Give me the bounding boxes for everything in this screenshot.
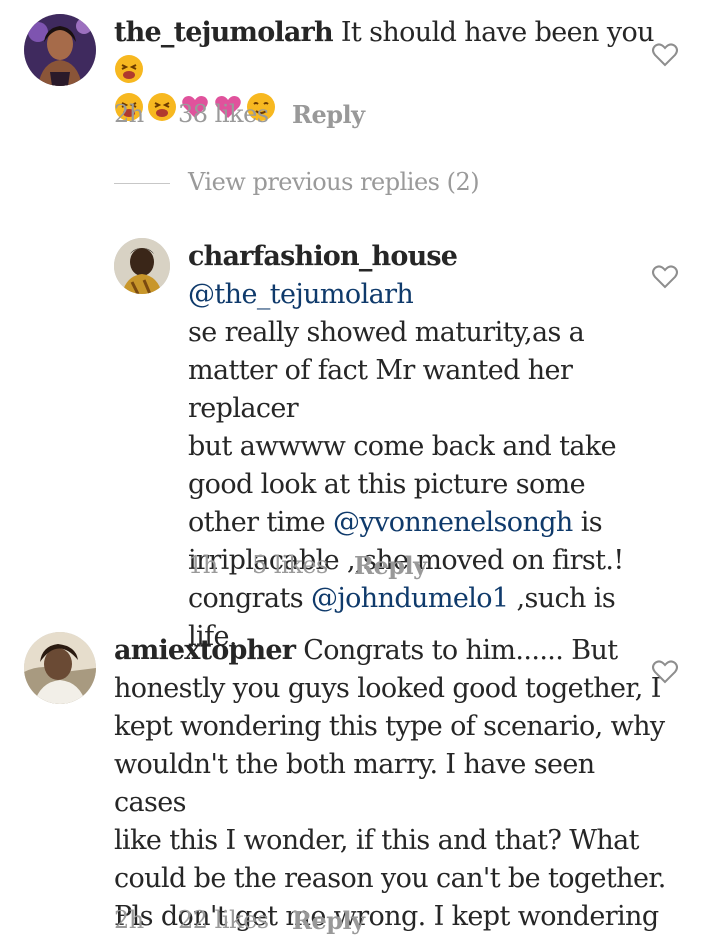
avatar[interactable] <box>24 14 96 86</box>
like-heart-icon[interactable] <box>651 659 679 685</box>
comment-body: se really showed maturity,as a <box>188 317 585 348</box>
comment-time: 2h <box>114 906 144 934</box>
mention-link[interactable]: @johndumelo1 <box>311 583 509 614</box>
comment-likes[interactable]: 22 likes <box>178 906 269 934</box>
reply-button[interactable]: Reply <box>292 100 365 129</box>
divider <box>114 183 170 184</box>
comment-likes[interactable]: 5 likes <box>252 551 328 579</box>
comment-body: kept wondering this type of scenario, wh… <box>114 711 665 742</box>
mention-link[interactable]: @the_tejumolarh <box>188 279 414 310</box>
comment-body: matter of fact Mr wanted her replacer <box>188 355 573 424</box>
comment-body: It should have been you <box>340 17 655 48</box>
reply-button[interactable]: Reply <box>354 551 427 580</box>
comment-meta: 1h 5 likes Reply <box>188 551 588 583</box>
comment-time: 2h <box>114 100 144 128</box>
comment-meta: 2h 38 likes Reply <box>114 100 514 132</box>
comment-body: like this I wonder, if this and that? Wh… <box>114 825 639 856</box>
comment-body: is <box>572 507 603 538</box>
mention-link[interactable]: @yvonnenelsongh <box>333 507 573 538</box>
comment-body: good look at this picture some <box>188 469 586 500</box>
avatar[interactable] <box>114 238 170 294</box>
comment-body: honestly you guys looked good together, … <box>114 673 661 704</box>
comment-likes[interactable]: 38 likes <box>178 100 269 128</box>
avatar[interactable] <box>24 632 96 704</box>
reply-button[interactable]: Reply <box>292 906 365 935</box>
comment-meta: 2h 22 likes Reply <box>114 906 514 938</box>
comment-body: wouldn't the both marry. I have seen cas… <box>114 749 595 818</box>
like-heart-icon[interactable] <box>651 264 679 290</box>
comment-body: other time <box>188 507 334 538</box>
view-previous-replies-label[interactable]: View previous replies (2) <box>188 168 480 196</box>
username[interactable]: charfashion_house <box>188 241 458 272</box>
comment-body: but awwww come back and take <box>188 431 617 462</box>
comment-time: 1h <box>188 551 218 579</box>
username[interactable]: amiextopher <box>114 635 296 666</box>
comment-text: charfashion_house @the_tejumolarh se rea… <box>188 238 648 656</box>
comment-body: Congrats to him...... But <box>303 635 618 666</box>
comment-body: could be the reason you can't be togethe… <box>114 863 666 894</box>
username[interactable]: the_tejumolarh <box>114 17 334 48</box>
comment-body: congrats <box>188 583 311 614</box>
like-heart-icon[interactable] <box>651 42 679 68</box>
tired-face-emoji <box>115 55 143 83</box>
comment-text: amiextopher Congrats to him...... But ho… <box>114 632 674 936</box>
